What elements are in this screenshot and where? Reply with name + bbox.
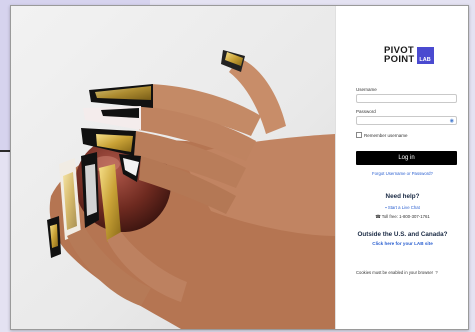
question-circle-icon[interactable]: ? — [434, 270, 437, 275]
password-label: Password — [356, 109, 376, 114]
remember-username-row[interactable]: Remember username — [356, 132, 408, 138]
toll-free-text: Toll free: 1-800-307-1761 — [381, 214, 430, 219]
logo-wordmark: PIVOT POINT — [384, 46, 415, 65]
outside-heading: Outside the U.S. and Canada? — [357, 231, 448, 238]
hero-image — [11, 6, 335, 329]
logo-line-2: POINT — [384, 54, 415, 65]
cookies-notice: Cookies must be enabled in your browser … — [356, 270, 438, 275]
username-label: Username — [356, 87, 377, 92]
cookies-text: Cookies must be enabled in your browser — [356, 270, 434, 275]
chat-icon: ▪ — [385, 205, 387, 210]
eye-icon[interactable]: ◉ — [450, 118, 454, 124]
phone-icon: ☎ — [375, 214, 381, 219]
username-field[interactable] — [356, 94, 457, 103]
forgot-link[interactable]: Forgot Username or Password? — [336, 171, 468, 176]
login-window: PIVOT POINT LAB Username Password ◉ Reme… — [10, 5, 469, 330]
password-field[interactable]: ◉ — [356, 116, 457, 125]
login-button[interactable]: Log in — [356, 151, 457, 165]
toll-free-row: ☎ Toll free: 1-800-307-1761 — [336, 214, 468, 220]
pivot-point-lab-logo: PIVOT POINT LAB — [384, 46, 434, 64]
logo-lab-text: LAB — [419, 56, 431, 63]
live-chat-link[interactable]: Start a Live Chat — [388, 205, 420, 210]
live-chat-row[interactable]: ▪ Start a Live Chat — [336, 205, 468, 210]
lab-site-link[interactable]: Click here for your LAB site — [336, 241, 468, 246]
remember-username-checkbox[interactable] — [356, 132, 362, 138]
need-help-heading: Need help? — [385, 193, 420, 200]
logo-lab-box: LAB — [416, 46, 434, 64]
login-panel: PIVOT POINT LAB Username Password ◉ Reme… — [335, 6, 468, 329]
remember-username-label: Remember username — [364, 132, 408, 138]
nails-illustration — [47, 50, 335, 329]
